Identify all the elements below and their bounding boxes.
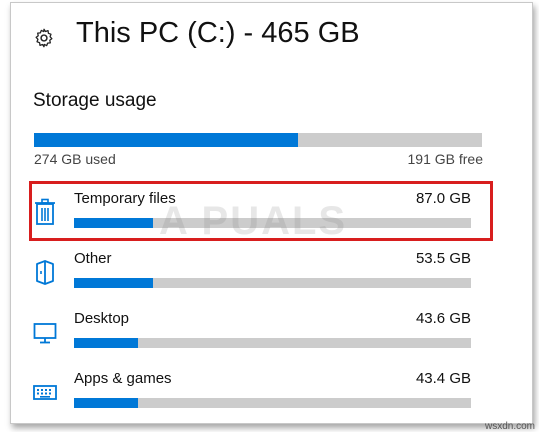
item-usage-fill (74, 278, 154, 288)
item-label: Other (74, 250, 112, 267)
item-size: 87.0 GB (415, 190, 471, 207)
folder-icon (36, 260, 54, 285)
item-size: 43.6 GB (415, 310, 471, 327)
item-usage-fill (74, 218, 154, 228)
storage-item-temporary-files[interactable]: Temporary files 87.0 GB (11, 188, 532, 244)
keyboard-icon (33, 385, 57, 400)
item-usage-bar (74, 398, 471, 408)
item-label: Temporary files (74, 190, 176, 207)
item-usage-fill (74, 338, 138, 348)
total-usage-bar (34, 133, 482, 147)
page-title: This PC (C:) - 465 GB (76, 17, 360, 49)
gear-icon (35, 28, 53, 48)
total-usage-fill (34, 133, 298, 147)
storage-item-other[interactable]: Other 53.5 GB (11, 248, 532, 304)
used-space-text: 274 GB used (34, 151, 116, 167)
item-size: 43.4 GB (415, 370, 471, 387)
item-usage-bar (74, 338, 471, 348)
monitor-icon (33, 323, 57, 344)
item-label: Desktop (74, 310, 130, 327)
item-size: 53.5 GB (415, 250, 471, 267)
free-space-text: 191 GB free (407, 151, 484, 167)
item-usage-bar (74, 218, 471, 228)
trash-icon (35, 198, 55, 225)
item-usage-bar (74, 278, 471, 288)
item-label: Apps & games (74, 370, 172, 387)
item-usage-fill (74, 398, 138, 408)
storage-item-desktop[interactable]: Desktop 43.6 GB (11, 308, 532, 364)
storage-usage-heading: Storage usage (33, 90, 157, 111)
storage-item-apps-games[interactable]: Apps & games 43.4 GB (11, 368, 532, 423)
credit-text: wsxdn.com (484, 421, 535, 432)
settings-window: This PC (C:) - 465 GB Storage usage 274 … (10, 2, 533, 424)
